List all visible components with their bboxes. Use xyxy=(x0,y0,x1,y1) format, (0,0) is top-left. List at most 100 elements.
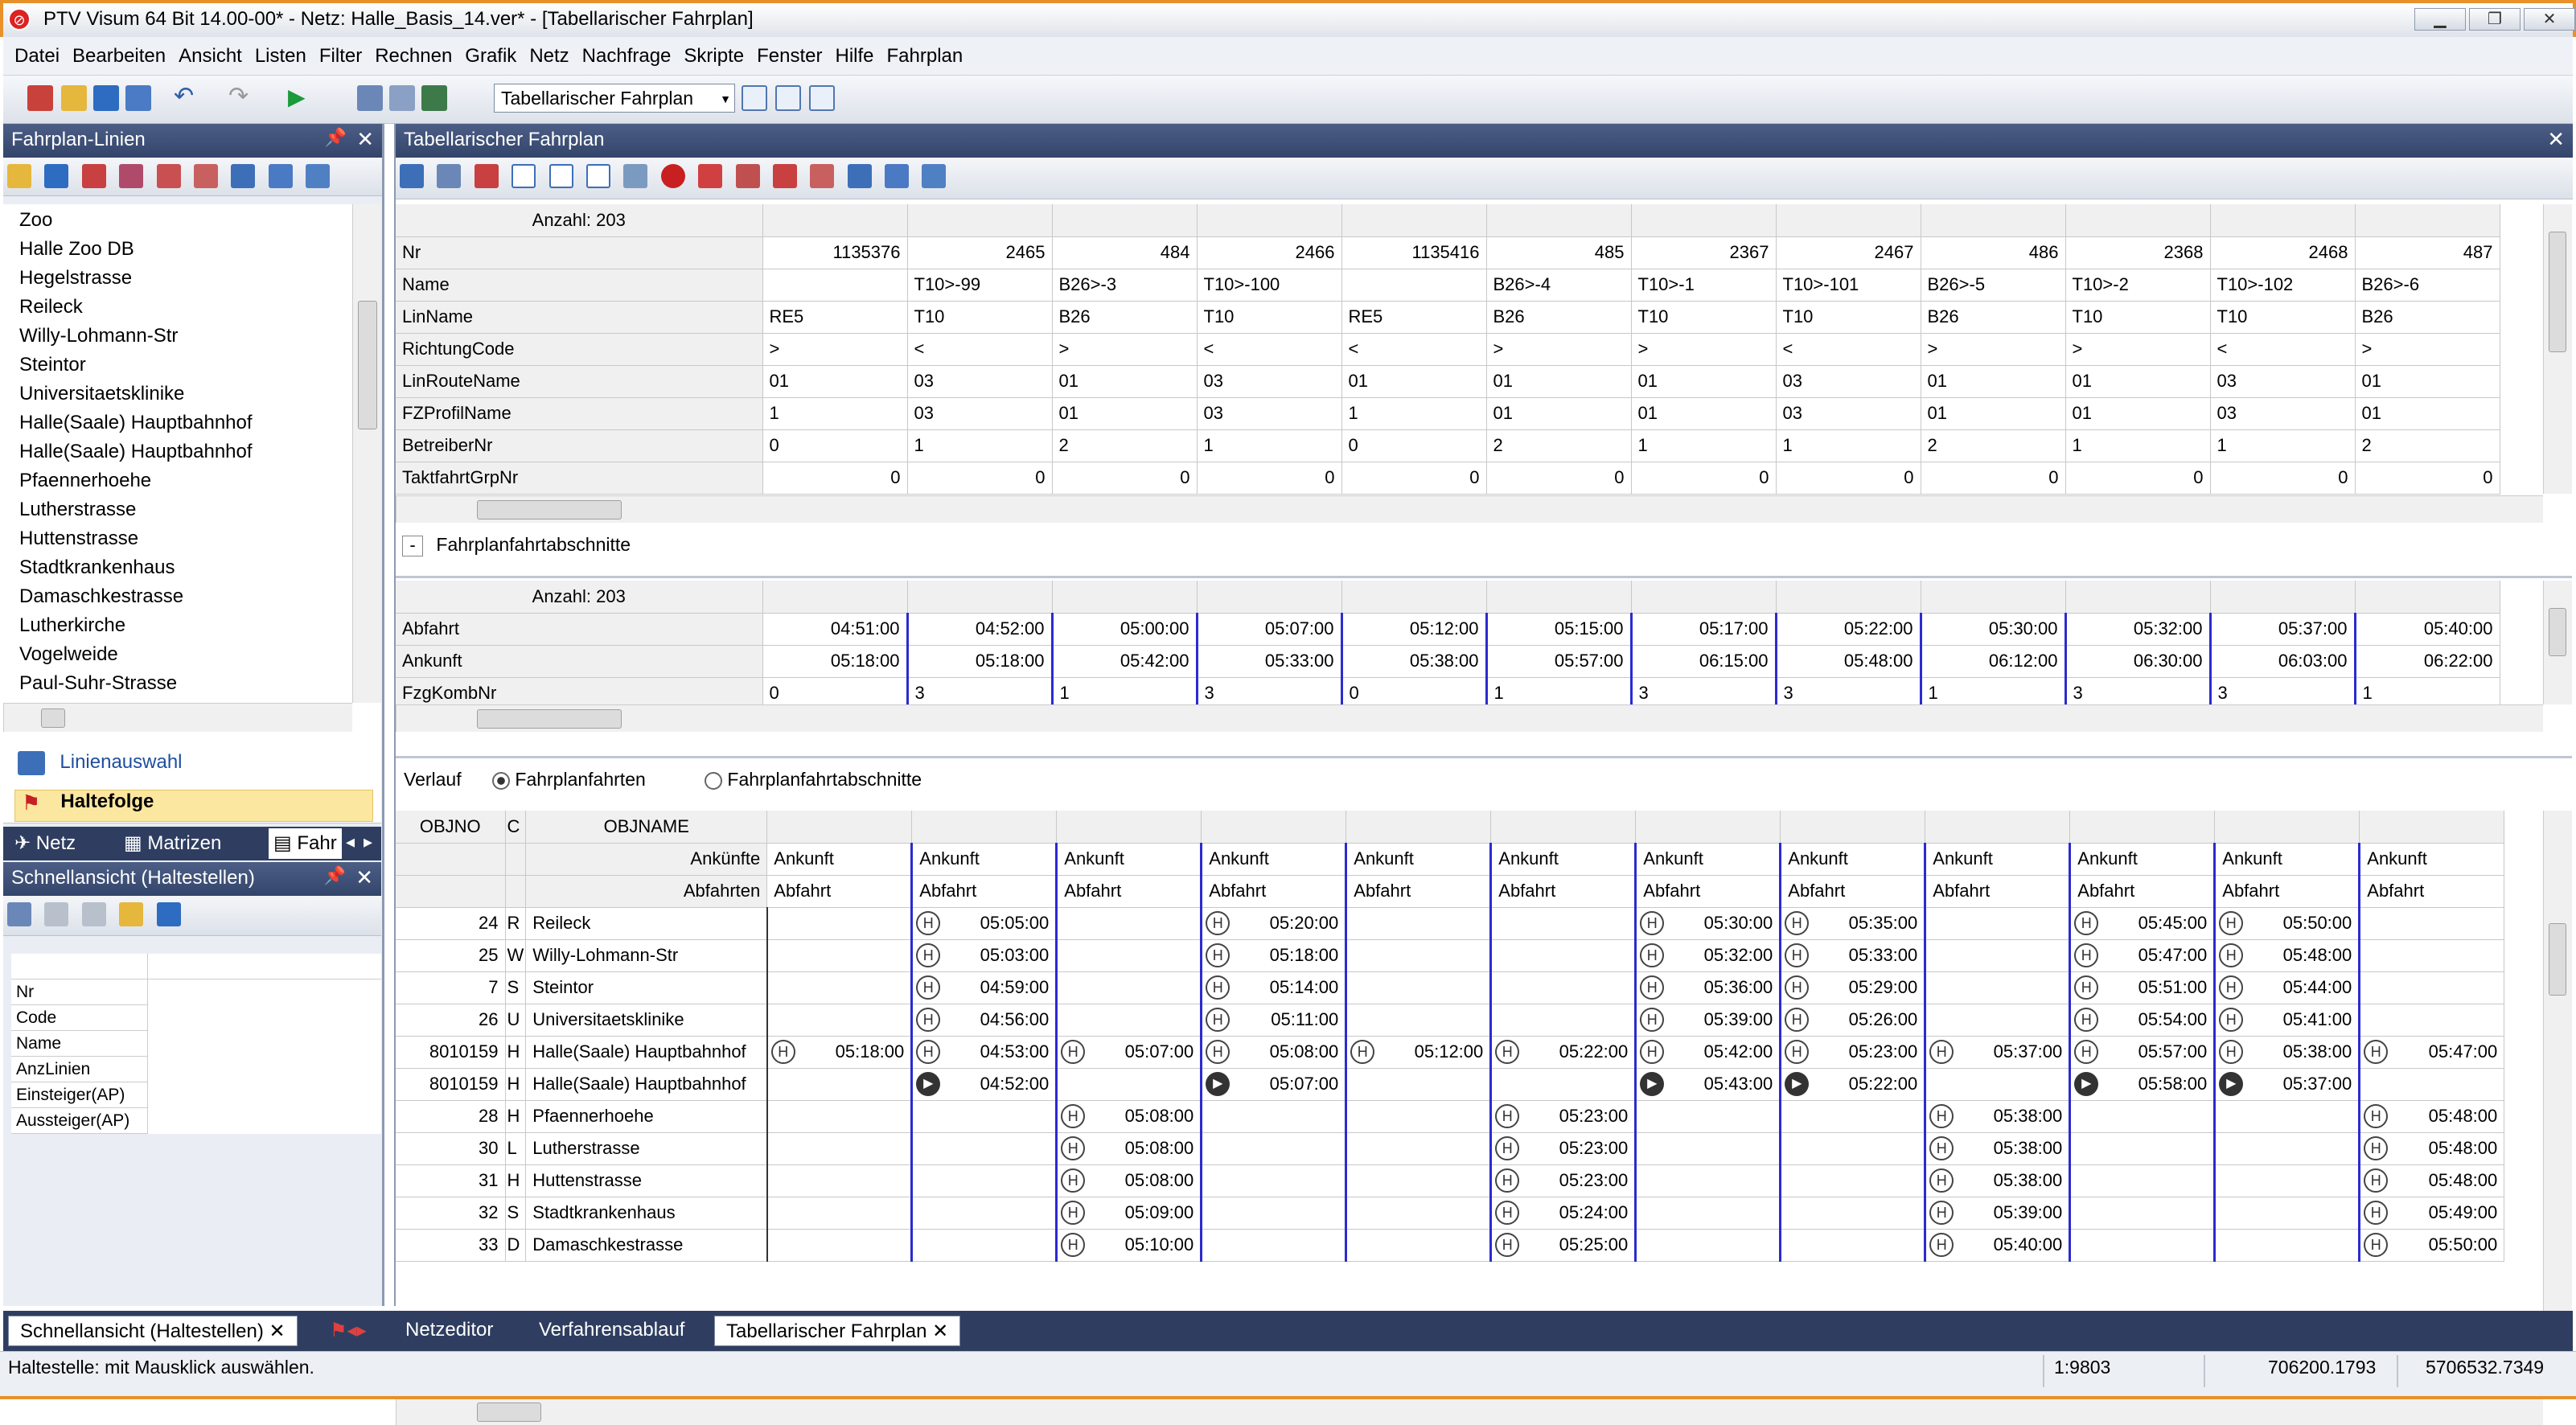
table-cell[interactable]: 03 xyxy=(907,365,1053,398)
table-cell[interactable]: 0 xyxy=(1340,677,1487,704)
table-cell[interactable]: T10 xyxy=(1631,301,1777,334)
table-cell[interactable]: 0 xyxy=(1341,429,1487,462)
time-cell[interactable]: H 05:18:00 xyxy=(1200,939,1347,972)
radio-fahrplanfahrtabschnitte[interactable]: Fahrplanfahrtabschnitte xyxy=(705,769,922,791)
table-cell[interactable]: 03 xyxy=(1776,365,1921,398)
time-cell[interactable]: H 05:23:00 xyxy=(1779,1036,1926,1069)
time-cell[interactable] xyxy=(1924,1004,2071,1037)
scroll-thumb[interactable] xyxy=(41,708,65,728)
objname-header[interactable]: OBJNAME xyxy=(525,811,768,844)
list-item[interactable]: Halle(Saale) Hauptbahnhof xyxy=(19,441,253,463)
table-cell[interactable]: 01 xyxy=(1341,365,1487,398)
time-cell[interactable] xyxy=(1924,907,2071,940)
time-cell[interactable]: H 05:26:00 xyxy=(1779,1004,1926,1037)
table-cell[interactable]: 05:22:00 xyxy=(1774,613,1921,646)
undo-icon[interactable]: ↶ xyxy=(174,84,199,111)
table-cell[interactable]: 2 xyxy=(1921,429,2066,462)
time-cell[interactable]: H 05:33:00 xyxy=(1779,939,1926,972)
time-cell[interactable] xyxy=(2069,1100,2216,1133)
table-cell[interactable]: < xyxy=(1197,333,1342,366)
open-icon[interactable] xyxy=(61,85,87,111)
table-cell[interactable]: 0 xyxy=(1197,462,1342,495)
linienauswahl-link[interactable]: Linienauswahl xyxy=(18,751,372,783)
filter-icon[interactable] xyxy=(474,164,499,188)
time-cell[interactable] xyxy=(2069,1164,2216,1197)
table-cell[interactable]: 1 xyxy=(1919,677,2066,704)
table-cell[interactable]: 487 xyxy=(2355,236,2500,269)
time-cell[interactable] xyxy=(1634,1132,1781,1165)
time-cell[interactable]: H 05:24:00 xyxy=(1489,1197,1637,1230)
time-cell[interactable]: H 05:38:00 xyxy=(1924,1132,2071,1165)
time-cell[interactable]: H 05:44:00 xyxy=(2213,971,2360,1004)
time-cell[interactable] xyxy=(1924,939,2071,972)
table-cell[interactable]: RE5 xyxy=(762,301,908,334)
table-cell[interactable]: 01 xyxy=(1921,365,2066,398)
table-cell[interactable]: T10>-101 xyxy=(1776,269,1921,302)
time-cell[interactable] xyxy=(2069,1197,2216,1230)
table-cell[interactable]: 01 xyxy=(762,365,908,398)
table-cell[interactable]: < xyxy=(2210,333,2356,366)
time-cell[interactable] xyxy=(910,1132,1058,1165)
splitter[interactable] xyxy=(396,576,2572,578)
table-cell[interactable]: 0 xyxy=(2355,462,2500,495)
time-cell[interactable] xyxy=(1055,1068,1202,1101)
table-cell[interactable]: T10>-99 xyxy=(907,269,1053,302)
list-item[interactable]: Damaschkestrasse xyxy=(19,585,183,608)
time-cell[interactable]: H 05:54:00 xyxy=(2069,1004,2216,1037)
time-cell[interactable] xyxy=(2358,971,2505,1004)
time-cell[interactable]: H 05:30:00 xyxy=(1634,907,1781,940)
time-cell[interactable]: H 05:08:00 xyxy=(1055,1164,1202,1197)
pin-icon[interactable]: 📌 xyxy=(324,865,346,886)
time-cell[interactable]: ▶ 05:58:00 xyxy=(2069,1068,2216,1101)
menu-fenster[interactable]: Fenster xyxy=(750,37,828,68)
time-cell[interactable] xyxy=(1345,1229,1492,1262)
time-cell[interactable] xyxy=(1634,1164,1781,1197)
tab-tabellarischer-fahrplan[interactable]: Tabellarischer Fahrplan ✕ xyxy=(714,1316,961,1346)
table-cell[interactable]: 1 xyxy=(1631,429,1777,462)
table-row[interactable]: 24 R Reileck H 05:05:00 H 05:20:00 H 05:30:00 H 05… xyxy=(396,907,2505,940)
time-cell[interactable]: H 05:47:00 xyxy=(2069,939,2216,972)
list-item[interactable]: Halle Zoo DB xyxy=(19,238,134,261)
table-cell[interactable]: 1 xyxy=(1776,429,1921,462)
time-cell[interactable]: H 05:08:00 xyxy=(1055,1100,1202,1133)
column-header[interactable] xyxy=(1780,811,1926,844)
table-cell[interactable]: 2368 xyxy=(2065,236,2211,269)
time-cell[interactable] xyxy=(766,1132,913,1165)
column-header[interactable] xyxy=(907,581,1053,614)
save-icon[interactable] xyxy=(156,902,181,926)
layout-single-icon[interactable] xyxy=(742,85,767,111)
column-header[interactable] xyxy=(1921,581,2066,614)
table-cell[interactable]: 2 xyxy=(1052,429,1198,462)
close-button[interactable]: ✕ xyxy=(2524,8,2575,31)
time-cell[interactable] xyxy=(1924,1068,2071,1101)
column-header[interactable] xyxy=(1486,581,1632,614)
binoculars-icon[interactable] xyxy=(400,164,424,188)
table-cell[interactable]: 485 xyxy=(1486,236,1632,269)
table-cell[interactable]: 03 xyxy=(1197,365,1342,398)
table-cell[interactable]: B26 xyxy=(2355,301,2500,334)
scroll-thumb[interactable] xyxy=(477,500,622,519)
table-cell[interactable] xyxy=(762,269,908,302)
time-cell[interactable]: H 04:59:00 xyxy=(910,971,1058,1004)
table-cell[interactable]: 05:18:00 xyxy=(906,645,1053,678)
time-cell[interactable] xyxy=(2358,1068,2505,1101)
column-header[interactable] xyxy=(1776,204,1921,237)
open-icon[interactable] xyxy=(7,164,31,188)
time-cell[interactable] xyxy=(1055,939,1202,972)
time-cell[interactable]: H 05:20:00 xyxy=(1200,907,1347,940)
table-cell[interactable]: 0 xyxy=(1052,462,1198,495)
close-icon[interactable]: ✕ xyxy=(2547,127,2565,152)
table-cell[interactable]: T10 xyxy=(1197,301,1342,334)
table-row[interactable]: 25 W Willy-Lohmann-Str H 05:03:00 H 05:18:00 H 0… xyxy=(396,939,2505,972)
table-cell[interactable]: 01 xyxy=(1631,365,1777,398)
table-cell[interactable]: 1 xyxy=(2353,677,2500,704)
table-cell[interactable]: 0 xyxy=(1921,462,2066,495)
column-header[interactable] xyxy=(1631,204,1777,237)
time-cell[interactable]: H 05:41:00 xyxy=(2213,1004,2360,1037)
table-cell[interactable]: 03 xyxy=(907,397,1053,430)
table-cell[interactable]: B26>-4 xyxy=(1486,269,1632,302)
eye-settings-icon[interactable] xyxy=(922,164,947,188)
menu-rechnen[interactable]: Rechnen xyxy=(368,37,458,68)
table-cell[interactable]: > xyxy=(1052,333,1198,366)
table-cell[interactable]: 2 xyxy=(2355,429,2500,462)
